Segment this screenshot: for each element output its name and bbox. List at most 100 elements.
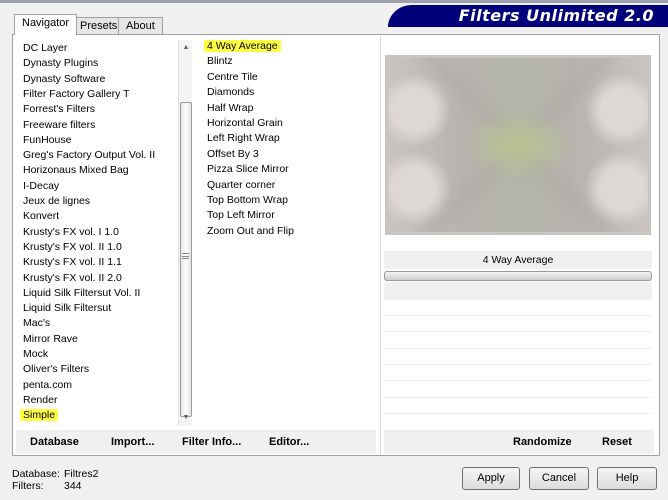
parameter-row-divider [384, 380, 652, 382]
item-label: Krusty's FX vol. I 1.0 [23, 225, 119, 238]
category-scrollbar[interactable]: ▲ ▼ [178, 40, 192, 426]
item-label: 4 Way Average [204, 40, 281, 52]
scrollbar-thumb[interactable] [180, 102, 192, 417]
filter-list[interactable]: 4 Way Average Blintz Centre Tile Diamonds Ha… [200, 40, 378, 426]
item-label: Oliver's Filters [23, 363, 90, 376]
category-item[interactable]: Krusty's FX vol. I 1.0 [23, 225, 119, 240]
filter-item[interactable]: Horizontal Grain [207, 116, 283, 131]
item-label: DC Layer [23, 42, 68, 54]
item-label: Zoom Out and Flip [207, 224, 294, 237]
scroll-up-arrow-icon[interactable]: ▲ [179, 41, 193, 55]
filter-item[interactable]: Pizza Slice Mirror [207, 162, 289, 177]
category-item[interactable]: Mac's [23, 316, 50, 331]
filter-item[interactable]: Top Left Mirror [207, 208, 275, 223]
filter-item[interactable]: Quarter corner [207, 178, 275, 193]
category-item[interactable]: Filter Factory Gallery T [23, 87, 130, 102]
category-item[interactable]: Oliver's Filters [23, 362, 89, 377]
window-top-border [0, 0, 668, 3]
import-button[interactable]: Import... [111, 430, 154, 454]
item-label: Horizonaus Mixed Bag [23, 164, 129, 177]
filter-item[interactable]: Blintz [207, 54, 233, 69]
database-button[interactable]: Database [30, 430, 79, 454]
item-label: Horizontal Grain [207, 117, 283, 129]
item-label: Mirror Rave [23, 332, 78, 345]
filter-info-button[interactable]: Filter Info... [182, 430, 241, 454]
parameter-row-divider [384, 363, 652, 365]
category-item[interactable]: Forrest's Filters [23, 102, 95, 117]
item-label: Krusty's FX vol. II 1.1 [23, 256, 122, 269]
category-item[interactable]: Horizonaus Mixed Bag [23, 163, 129, 178]
parameter-row-divider [384, 396, 652, 398]
help-button[interactable]: Help [597, 467, 657, 490]
category-item[interactable]: Greg's Factory Output Vol. II [23, 148, 155, 163]
category-item[interactable]: penta.com [23, 378, 72, 393]
category-item[interactable]: Mock [23, 347, 48, 362]
editor-button[interactable]: Editor... [269, 430, 309, 454]
parameter-slider[interactable] [384, 271, 652, 281]
category-item[interactable]: Jeux de lignes [23, 194, 90, 209]
category-item[interactable]: Liquid Silk Filtersut [23, 301, 111, 316]
database-status-value: Filtres2 [64, 468, 99, 480]
tab-about[interactable]: About [118, 17, 163, 35]
filter-item[interactable]: Top Bottom Wrap [207, 193, 288, 208]
parameter-row [384, 282, 652, 300]
database-status-label: Database: [12, 468, 60, 480]
item-label: Krusty's FX vol. II 2.0 [23, 271, 122, 284]
item-label: penta.com [23, 378, 73, 391]
category-item[interactable]: Render [23, 393, 57, 408]
item-label: Greg's Factory Output Vol. II [23, 149, 156, 162]
category-item[interactable]: FunHouse [23, 133, 71, 148]
item-label: Jeux de lignes [23, 195, 91, 207]
item-label: Freeware filters [23, 118, 96, 131]
item-label: Left Right Wrap [207, 132, 280, 145]
randomize-button[interactable]: Randomize [513, 430, 572, 454]
item-label: Dynasty Software [23, 72, 106, 85]
parameter-row-divider [384, 412, 652, 414]
cancel-button[interactable]: Cancel [529, 467, 589, 490]
app-title-banner: Filters Unlimited 2.0 [388, 5, 668, 27]
item-label: Diamonds [207, 86, 255, 99]
item-label: Mac's [23, 317, 51, 330]
filter-item[interactable]: Diamonds [207, 85, 254, 100]
category-item[interactable]: I-Decay [23, 179, 59, 194]
filter-item[interactable]: Zoom Out and Flip [207, 224, 294, 239]
apply-button[interactable]: Apply [462, 467, 520, 490]
category-item[interactable]: Mirror Rave [23, 332, 78, 347]
filter-item[interactable]: 4 Way Average [204, 39, 281, 54]
item-label: Offset By 3 [207, 147, 259, 160]
filter-item[interactable]: Left Right Wrap [207, 131, 280, 146]
category-item[interactable]: Konvert [23, 209, 59, 224]
category-item[interactable]: Krusty's FX vol. II 1.0 [23, 240, 122, 255]
reset-button[interactable]: Reset [602, 430, 632, 454]
tab-navigator[interactable]: Navigator [14, 14, 78, 35]
category-item[interactable]: Liquid Silk Filtersut Vol. II [23, 286, 140, 301]
category-list[interactable]: DC Layer Dynasty Plugins Dynasty Software F… [16, 40, 178, 426]
item-label: Quarter corner [207, 178, 276, 191]
item-label: Forrest's Filters [23, 103, 96, 116]
item-label: Blintz [207, 55, 233, 68]
grip-icon [182, 253, 189, 259]
item-label: Dynasty Plugins [23, 57, 99, 70]
category-item[interactable]: Dynasty Plugins [23, 56, 98, 71]
filter-item[interactable]: Offset By 3 [207, 147, 259, 162]
item-label: Liquid Silk Filtersut Vol. II [23, 286, 141, 299]
item-label: Filter Factory Gallery T [23, 87, 130, 100]
item-label: Krusty's FX vol. II 1.0 [23, 240, 122, 253]
category-item[interactable]: Freeware filters [23, 118, 95, 133]
filter-item[interactable]: Half Wrap [207, 101, 254, 116]
category-item[interactable]: Dynasty Software [23, 72, 105, 87]
parameter-row-divider [384, 347, 652, 349]
category-item[interactable]: Krusty's FX vol. II 1.1 [23, 255, 122, 270]
filter-item[interactable]: Centre Tile [207, 70, 258, 85]
item-label: Half Wrap [207, 101, 254, 114]
parameter-row-divider [384, 315, 652, 316]
filter-name-label: 4 Way Average [384, 251, 652, 269]
item-label: Render [23, 393, 58, 406]
category-item[interactable]: Simple [20, 408, 59, 423]
item-label: I-Decay [23, 179, 60, 192]
category-item[interactable]: Krusty's FX vol. II 2.0 [23, 271, 122, 286]
item-label: Mock [23, 348, 49, 360]
scroll-down-arrow-icon[interactable]: ▼ [179, 411, 193, 425]
filters-count-value: 344 [64, 480, 82, 492]
category-item[interactable]: DC Layer [23, 41, 67, 56]
